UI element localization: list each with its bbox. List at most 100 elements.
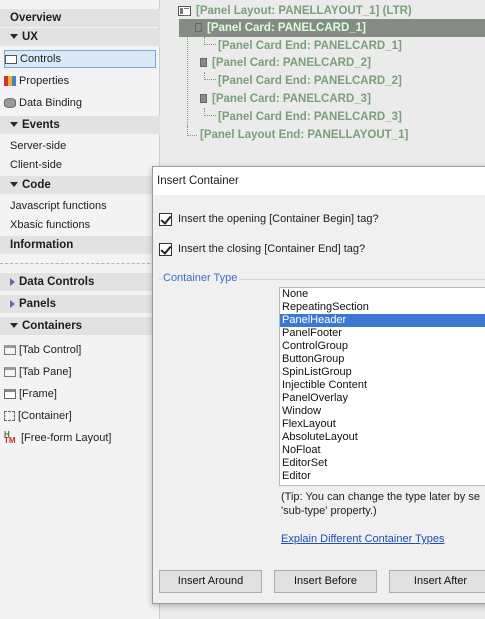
left-panel: Overview UX Controls Properties Data Bin… bbox=[0, 0, 160, 619]
container-item-tab-control-label: [Tab Control] bbox=[19, 344, 82, 356]
panel-layout-icon bbox=[178, 5, 191, 16]
chevron-down-icon bbox=[10, 323, 18, 329]
insert-container-dialog: Insert Container Insert the opening [Con… bbox=[152, 166, 485, 604]
database-icon bbox=[4, 98, 16, 108]
tip-line-2: 'sub-type' property.) bbox=[281, 505, 377, 517]
chevron-down-icon bbox=[10, 34, 18, 40]
ux-item-properties[interactable]: Properties bbox=[4, 72, 69, 90]
type-option[interactable]: RepeatingSection bbox=[280, 301, 485, 314]
panels-section-header[interactable]: Panels bbox=[0, 295, 160, 313]
chevron-down-icon bbox=[10, 182, 18, 188]
type-option[interactable]: Injectible Content bbox=[280, 379, 485, 392]
layout-tree: [Panel Layout: PANELLAYOUT_1] (LTR) [Pan… bbox=[160, 0, 485, 160]
ux-header-label: UX bbox=[22, 31, 38, 43]
free-form-layout-icon: H TM bbox=[4, 430, 16, 445]
tree-row-panel-layout[interactable]: [Panel Layout: PANELLAYOUT_1] (LTR) bbox=[178, 2, 412, 20]
panels-label: Panels bbox=[19, 298, 57, 310]
explain-container-types-link[interactable]: Explain Different Container Types bbox=[281, 533, 444, 545]
code-item-xbasic[interactable]: Xbasic functions bbox=[10, 217, 90, 234]
container-item-container-label: [Container] bbox=[18, 410, 72, 422]
container-icon bbox=[4, 411, 15, 421]
controls-icon bbox=[5, 54, 17, 64]
type-option[interactable]: None bbox=[280, 288, 485, 301]
insert-after-button[interactable]: Insert After bbox=[389, 570, 485, 593]
containers-section-header[interactable]: Containers bbox=[0, 317, 160, 335]
container-begin-checkbox-label: Insert the opening [Container Begin] tag… bbox=[178, 213, 379, 225]
ux-item-properties-label: Properties bbox=[19, 75, 70, 87]
container-item-tab-pane[interactable]: [Tab Pane] bbox=[4, 363, 72, 381]
panel-card-icon bbox=[200, 58, 207, 68]
data-controls-label: Data Controls bbox=[19, 276, 95, 288]
container-item-free-form-label: [Free-form Layout] bbox=[21, 432, 112, 444]
tree-connector bbox=[204, 37, 216, 45]
events-header-label: Events bbox=[22, 119, 60, 131]
tree-row-label: [Panel Layout: PANELLAYOUT_1] (LTR) bbox=[196, 5, 412, 17]
tree-row-panel-card-end-3[interactable]: [Panel Card End: PANELCARD_3] bbox=[218, 108, 402, 126]
type-option[interactable]: AbsoluteLayout bbox=[280, 431, 485, 444]
containers-label: Containers bbox=[22, 320, 83, 332]
tab-pane-icon bbox=[4, 367, 16, 377]
container-item-frame[interactable]: [Frame] bbox=[4, 385, 57, 403]
tree-connector bbox=[187, 126, 197, 136]
container-end-checkbox-row[interactable]: Insert the closing [Container End] tag? bbox=[159, 241, 365, 257]
type-option[interactable]: FlexLayout bbox=[280, 418, 485, 431]
tree-row-panel-layout-end[interactable]: [Panel Layout End: PANELLAYOUT_1] bbox=[200, 126, 408, 144]
container-begin-checkbox-row[interactable]: Insert the opening [Container Begin] tag… bbox=[159, 211, 379, 227]
panel-card-icon bbox=[195, 23, 202, 33]
ux-section-header[interactable]: UX bbox=[0, 28, 160, 46]
tree-connector bbox=[204, 72, 216, 80]
container-item-free-form[interactable]: H TM [Free-form Layout] bbox=[4, 429, 111, 447]
type-option[interactable]: PanelOverlay bbox=[280, 392, 485, 405]
type-option[interactable]: Window bbox=[280, 405, 485, 418]
type-option[interactable]: ButtonGroup bbox=[280, 353, 485, 366]
overview-label: Overview bbox=[10, 12, 62, 24]
events-section-header[interactable]: Events bbox=[0, 116, 160, 134]
tree-row-panel-card-3[interactable]: [Panel Card: PANELCARD_3] bbox=[200, 90, 371, 108]
container-begin-checkbox[interactable] bbox=[159, 212, 172, 226]
tree-row-panel-card-end-2[interactable]: [Panel Card End: PANELCARD_2] bbox=[218, 72, 402, 90]
information-label: Information bbox=[10, 239, 74, 251]
type-option-selected[interactable]: PanelHeader bbox=[280, 314, 485, 327]
container-item-container[interactable]: [Container] bbox=[4, 407, 72, 425]
tab-control-icon bbox=[4, 345, 16, 355]
container-type-label: Container Type bbox=[161, 271, 240, 285]
tree-row-panel-card-end-1[interactable]: [Panel Card End: PANELCARD_1] bbox=[218, 37, 402, 55]
tree-row-panel-card-1[interactable]: [Panel Card: PANELCARD_1] bbox=[179, 19, 485, 37]
tree-row-label: [Panel Card: PANELCARD_2] bbox=[212, 57, 371, 69]
frame-icon bbox=[4, 389, 16, 399]
type-option[interactable]: SpinListGroup bbox=[280, 366, 485, 379]
container-item-tab-pane-label: [Tab Pane] bbox=[19, 366, 72, 378]
insert-around-button[interactable]: Insert Around bbox=[159, 570, 262, 593]
ux-item-controls[interactable]: Controls bbox=[4, 50, 156, 68]
code-section-header[interactable]: Code bbox=[0, 176, 160, 194]
overview-header[interactable]: Overview bbox=[0, 9, 160, 27]
tree-row-label: [Panel Card: PANELCARD_3] bbox=[212, 93, 371, 105]
events-item-server-side[interactable]: Server-side bbox=[10, 138, 66, 155]
container-item-frame-label: [Frame] bbox=[19, 388, 57, 400]
tree-connector bbox=[187, 20, 195, 136]
container-item-tab-control[interactable]: [Tab Control] bbox=[4, 341, 81, 359]
container-end-checkbox[interactable] bbox=[159, 242, 172, 256]
tip-text: (Tip: You can change the type later by s… bbox=[281, 490, 485, 518]
code-header-label: Code bbox=[22, 179, 51, 191]
container-type-list[interactable]: None RepeatingSection PanelHeader PanelF… bbox=[279, 287, 485, 486]
tip-line-1: (Tip: You can change the type later by s… bbox=[281, 491, 480, 503]
type-option[interactable]: ControlGroup bbox=[280, 340, 485, 353]
events-item-client-side[interactable]: Client-side bbox=[10, 157, 62, 174]
tree-row-panel-card-2[interactable]: [Panel Card: PANELCARD_2] bbox=[200, 54, 371, 72]
ux-item-data-binding[interactable]: Data Binding bbox=[4, 94, 82, 112]
chevron-right-icon bbox=[10, 277, 15, 286]
type-option[interactable]: Editor bbox=[280, 470, 485, 483]
information-header[interactable]: Information bbox=[0, 236, 160, 254]
type-option[interactable]: PanelFooter bbox=[280, 327, 485, 340]
type-option[interactable]: NoFloat bbox=[280, 444, 485, 457]
panel-card-icon bbox=[200, 94, 207, 104]
code-item-javascript[interactable]: Javascript functions bbox=[10, 198, 107, 215]
data-controls-section-header[interactable]: Data Controls bbox=[0, 273, 160, 291]
properties-icon bbox=[4, 76, 16, 86]
container-end-checkbox-label: Insert the closing [Container End] tag? bbox=[178, 243, 366, 255]
tree-row-label: [Panel Card: PANELCARD_1] bbox=[207, 22, 366, 34]
ux-item-controls-label: Controls bbox=[20, 53, 61, 65]
type-option[interactable]: EditorSet bbox=[280, 457, 485, 470]
insert-before-button[interactable]: Insert Before bbox=[274, 570, 377, 593]
